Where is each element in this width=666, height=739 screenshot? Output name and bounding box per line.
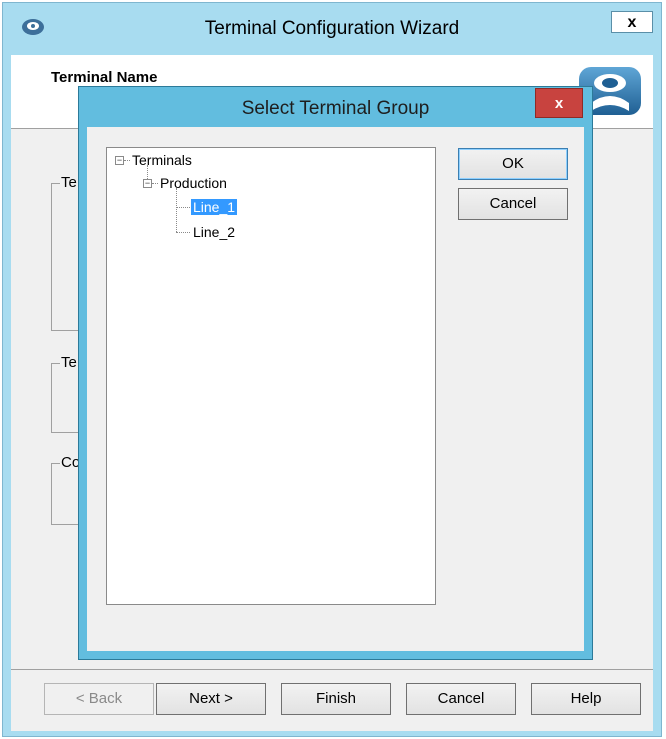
group-label-1: Te	[60, 174, 78, 191]
close-icon[interactable]: x	[611, 11, 653, 33]
tree-node-production[interactable]: Production	[160, 173, 227, 193]
wizard-title-bar: Terminal Configuration Wizard x	[3, 3, 661, 55]
dialog-cancel-button[interactable]: Cancel	[458, 188, 568, 220]
select-terminal-group-dialog: Select Terminal Group x − Terminals − Pr…	[78, 86, 593, 660]
tree-connector	[176, 188, 177, 232]
button-separator	[11, 669, 653, 670]
dialog-client-area: − Terminals − Production Line_1 Line_2 O…	[87, 127, 584, 651]
tree-connector	[152, 183, 158, 184]
next-button[interactable]: Next >	[156, 683, 266, 715]
tree-node-line-2[interactable]: Line_2	[193, 222, 235, 242]
help-button[interactable]: Help	[531, 683, 641, 715]
collapse-icon[interactable]: −	[143, 179, 152, 188]
cancel-button[interactable]: Cancel	[406, 683, 516, 715]
terminal-group-tree[interactable]: − Terminals − Production Line_1 Line_2	[106, 147, 436, 605]
page-title: Terminal Name	[51, 69, 158, 86]
group-label-2: Te	[60, 354, 78, 371]
ok-button[interactable]: OK	[458, 148, 568, 180]
tree-node-label: Line_1	[191, 199, 238, 215]
tree-connector	[176, 207, 190, 208]
tree-connector	[124, 160, 130, 161]
tree-node-line-1[interactable]: Line_1	[191, 197, 238, 217]
dialog-close-icon[interactable]: x	[535, 88, 583, 118]
tree-connector	[147, 165, 148, 179]
tree-node-terminals[interactable]: Terminals	[132, 150, 192, 170]
dialog-title: Select Terminal Group	[241, 98, 430, 119]
collapse-icon[interactable]: −	[115, 156, 124, 165]
back-button[interactable]: < Back	[44, 683, 154, 715]
finish-button[interactable]: Finish	[281, 683, 391, 715]
wizard-title: Terminal Configuration Wizard	[204, 18, 460, 39]
tree-connector	[176, 232, 190, 233]
